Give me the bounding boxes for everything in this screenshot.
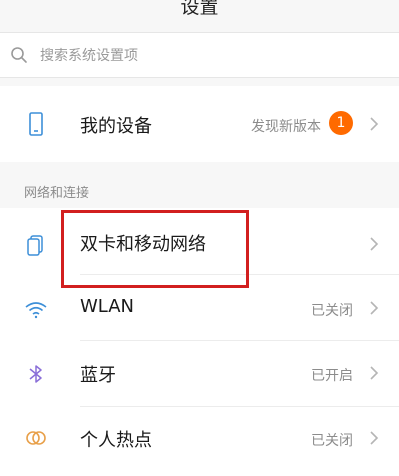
hotspot-status: 已关闭	[311, 433, 353, 449]
chevron-right-icon	[370, 366, 379, 380]
update-status: 发现新版本	[251, 119, 321, 135]
bluetooth-row[interactable]: 蓝牙 已开启	[0, 342, 399, 406]
chevron-right-icon	[370, 237, 379, 251]
highlight-box	[61, 210, 249, 288]
my-device-row[interactable]: 我的设备 发现新版本 1	[0, 92, 399, 156]
chevron-right-icon	[370, 431, 379, 445]
bluetooth-status: 已开启	[311, 368, 353, 384]
section-label-network: 网络和连接	[24, 186, 90, 201]
wifi-icon	[25, 302, 47, 319]
hotspot-icon	[26, 431, 46, 445]
divider	[80, 340, 399, 341]
phone-icon	[29, 112, 43, 136]
chevron-right-icon	[370, 117, 379, 131]
my-device-label: 我的设备	[80, 116, 152, 137]
update-badge: 1	[329, 111, 353, 135]
search-icon	[11, 47, 27, 63]
wlan-label: WLAN	[80, 296, 135, 317]
header: 设置	[0, 0, 399, 24]
search-bar[interactable]: 搜索系统设置项	[0, 32, 399, 78]
sim-card-icon	[27, 235, 43, 256]
wlan-status: 已关闭	[311, 303, 353, 319]
chevron-right-icon	[370, 301, 379, 315]
my-device-card: 我的设备 发现新版本 1	[0, 86, 399, 162]
bluetooth-label: 蓝牙	[80, 365, 116, 386]
page-title: 设置	[180, 0, 219, 18]
bluetooth-icon	[29, 365, 42, 383]
divider	[80, 406, 399, 407]
search-input[interactable]: 搜索系统设置项	[40, 45, 138, 65]
hotspot-label: 个人热点	[80, 430, 152, 451]
hotspot-row[interactable]: 个人热点 已关闭	[0, 408, 399, 472]
